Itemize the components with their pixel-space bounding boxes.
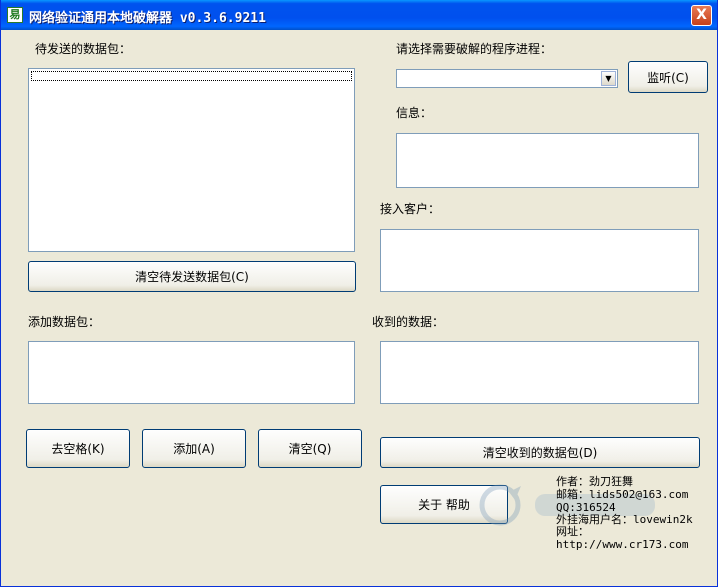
clear-received-button[interactable]: 清空收到的数据包(D) <box>380 437 700 468</box>
chevron-down-icon[interactable]: ▼ <box>601 71 616 86</box>
about-help-button[interactable]: 关于 帮助 <box>380 485 508 524</box>
main-window: 易 网络验证通用本地破解器 v0.3.6.9211 X 待发送的数据包： 清空待… <box>0 0 718 587</box>
add-packet-input[interactable] <box>28 341 355 404</box>
process-select[interactable]: ▼ <box>396 69 618 88</box>
client-box[interactable] <box>380 229 699 292</box>
site-label: 网址： <box>556 525 589 538</box>
app-icon: 易 <box>7 7 23 23</box>
pending-packets-list[interactable] <box>28 68 355 252</box>
clear-button[interactable]: 清空(Q) <box>258 429 362 468</box>
add-packet-label: 添加数据包： <box>28 315 101 329</box>
email-text: 邮箱：lids502@163.com <box>556 488 689 501</box>
add-button[interactable]: 添加(A) <box>142 429 246 468</box>
trim-spaces-button[interactable]: 去空格(K) <box>26 429 130 468</box>
list-focus-row <box>31 71 352 81</box>
clear-pending-button[interactable]: 清空待发送数据包(C) <box>28 261 356 292</box>
title-bar[interactable]: 易 网络验证通用本地破解器 v0.3.6.9211 X <box>1 0 717 30</box>
client-label: 接入客户： <box>380 202 441 216</box>
info-box[interactable] <box>396 133 699 188</box>
received-label: 收到的数据： <box>372 315 445 329</box>
site-url-link[interactable]: http://www.cr173.com <box>556 539 688 551</box>
received-data-box[interactable] <box>380 341 699 404</box>
window-title: 网络验证通用本地破解器 v0.3.6.9211 <box>29 11 266 26</box>
listen-button[interactable]: 监听(C) <box>628 61 708 93</box>
author-text: 作者：劲刀狂舞 <box>556 475 633 488</box>
pending-packets-label: 待发送的数据包： <box>35 42 132 56</box>
close-button[interactable]: X <box>691 5 712 26</box>
info-label: 信息： <box>396 106 433 120</box>
process-label: 请选择需要破解的程序进程： <box>396 42 553 56</box>
